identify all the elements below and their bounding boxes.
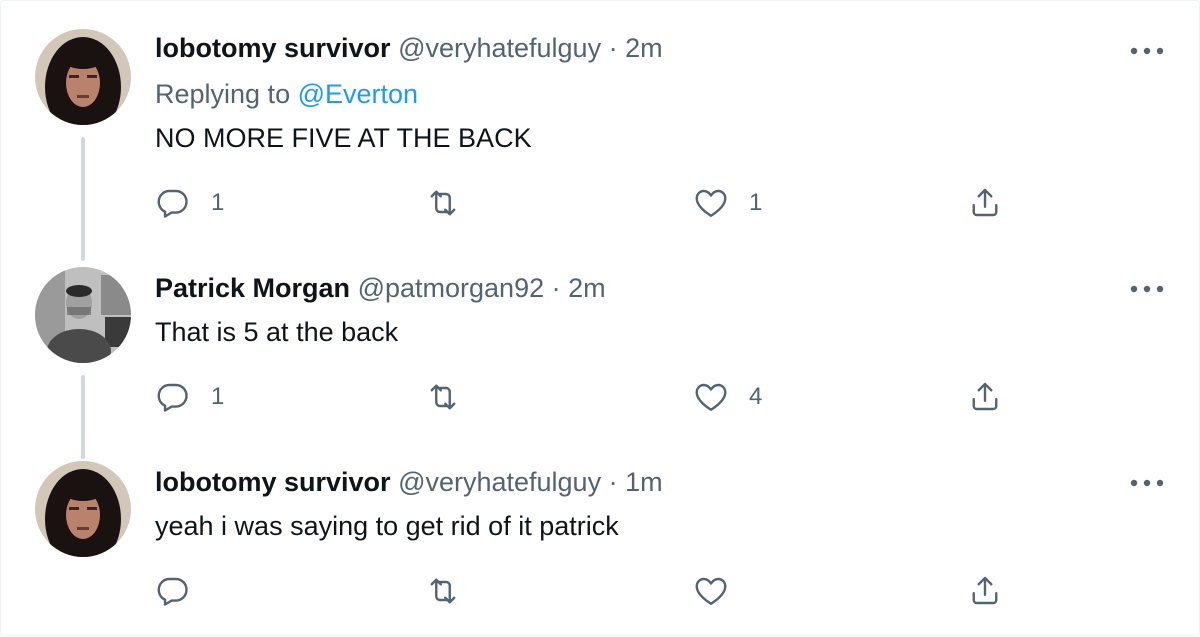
like-button[interactable]: 4 [693, 377, 762, 417]
user-handle[interactable]: @veryhatefulguy [398, 467, 601, 497]
tweet-header: lobotomy survivor @veryhatefulguy · 1m [155, 465, 663, 499]
retweet-button[interactable] [425, 183, 481, 223]
separator-dot: · [551, 273, 561, 303]
avatar-photo [35, 267, 131, 363]
retweet-icon [430, 190, 456, 216]
avatar-photo [35, 461, 131, 557]
more-options-button[interactable] [1127, 31, 1167, 71]
retweet-button[interactable] [425, 377, 481, 417]
share-button[interactable] [967, 377, 1003, 417]
user-handle[interactable]: @patmorgan92 [358, 273, 545, 303]
mention-link[interactable]: @Everton [298, 79, 418, 109]
separator-dot: · [608, 467, 618, 497]
tweet-header: lobotomy survivor @veryhatefulguy · 2m [155, 31, 663, 65]
reply-thread: lobotomy survivor @veryhatefulguy · 2m R… [0, 0, 1200, 636]
tweet-actions: 1 1 [155, 183, 1035, 223]
tweet[interactable]: lobotomy survivor @veryhatefulguy · 2m R… [1, 1, 1200, 241]
reply-icon [157, 383, 188, 412]
display-name[interactable]: lobotomy survivor [155, 33, 391, 63]
reply-button[interactable] [155, 571, 211, 611]
avatar[interactable] [35, 29, 131, 125]
like-button[interactable] [693, 571, 749, 611]
reply-icon [157, 189, 188, 218]
reply-button[interactable]: 1 [155, 183, 224, 223]
more-icon [1130, 47, 1164, 55]
avatar-photo [35, 29, 131, 125]
tweet-text: That is 5 at the back [155, 317, 399, 347]
like-count: 4 [749, 383, 763, 410]
heart-icon [695, 383, 727, 411]
share-button[interactable] [967, 571, 1003, 611]
tweet-text: NO MORE FIVE AT THE BACK [155, 123, 532, 153]
like-count: 1 [749, 189, 763, 216]
retweet-button[interactable] [425, 571, 481, 611]
tweet-header: Patrick Morgan @patmorgan92 · 2m [155, 271, 606, 305]
reply-count: 1 [211, 383, 225, 410]
share-icon [972, 576, 998, 605]
reply-count: 1 [211, 189, 225, 216]
replying-to: Replying to @Everton [155, 77, 418, 111]
tweet-actions: 1 4 [155, 377, 1035, 417]
share-icon [972, 188, 998, 217]
avatar[interactable] [35, 461, 131, 557]
like-button[interactable]: 1 [693, 183, 762, 223]
more-options-button[interactable] [1127, 463, 1167, 503]
reply-button[interactable]: 1 [155, 377, 224, 417]
tweet[interactable]: lobotomy survivor @veryhatefulguy · 1m y… [1, 441, 1200, 637]
more-icon [1130, 285, 1164, 293]
tweet-text: yeah i was saying to get rid of it patri… [155, 511, 619, 541]
more-options-button[interactable] [1127, 269, 1167, 309]
retweet-icon [430, 578, 456, 604]
tweet[interactable]: Patrick Morgan @patmorgan92 · 2m That is… [1, 241, 1200, 441]
replying-to-label: Replying to [155, 79, 291, 109]
share-button[interactable] [967, 183, 1003, 223]
heart-icon [695, 189, 727, 217]
separator-dot: · [608, 33, 618, 63]
display-name[interactable]: lobotomy survivor [155, 467, 391, 497]
timestamp[interactable]: 2m [568, 273, 606, 303]
timestamp[interactable]: 2m [625, 33, 663, 63]
tweet-actions [155, 571, 1035, 611]
more-icon [1130, 479, 1164, 487]
retweet-icon [430, 384, 456, 410]
timestamp[interactable]: 1m [625, 467, 663, 497]
user-handle[interactable]: @veryhatefulguy [398, 33, 601, 63]
avatar[interactable] [35, 267, 131, 363]
heart-icon [695, 577, 727, 605]
display-name[interactable]: Patrick Morgan [155, 273, 350, 303]
share-icon [972, 382, 998, 411]
reply-icon [157, 577, 188, 606]
